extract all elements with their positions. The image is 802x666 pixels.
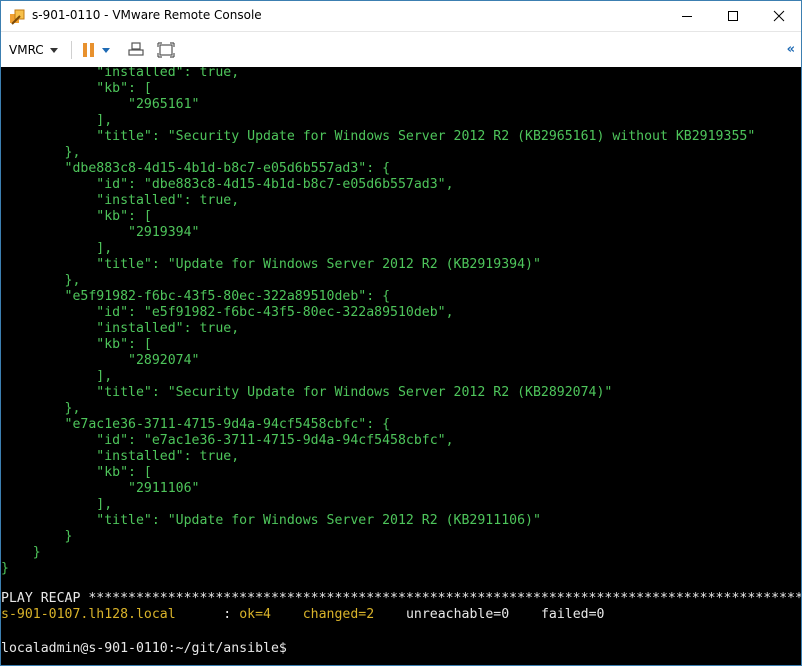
- title-bar[interactable]: s-901-0110 - VMware Remote Console: [1, 1, 801, 31]
- console-line: "2892074": [1, 353, 200, 368]
- vmrc-menu-label: VMRC: [9, 43, 44, 57]
- maximize-icon: [728, 11, 738, 21]
- console-line: }: [1, 529, 73, 544]
- send-ctrl-alt-del-button[interactable]: [127, 41, 145, 59]
- close-icon: [773, 10, 785, 22]
- shell-prompt: localadmin@s-901-0110:~/git/ansible$: [1, 641, 287, 656]
- recap-changed: changed=2: [302, 607, 375, 622]
- recap-host: s-901-0107.lh128.local: [1, 607, 176, 622]
- console-line: "installed": true,: [1, 193, 240, 208]
- console-line: "title": "Update for Windows Server 2012…: [1, 513, 541, 528]
- console-line: "2965161": [1, 97, 200, 112]
- minimize-button[interactable]: [664, 1, 710, 31]
- console-line: "id": "dbe883c8-4d15-4b1d-b8c7-e05d6b557…: [1, 177, 454, 192]
- console-line: "kb": [: [1, 337, 152, 352]
- toolbar: VMRC «: [1, 31, 801, 68]
- console-line: "2911106": [1, 481, 200, 496]
- console-line: "title": "Security Update for Windows Se…: [1, 129, 756, 144]
- maximize-button[interactable]: [710, 1, 756, 31]
- console-line: ],: [1, 241, 113, 256]
- console-line: "kb": [: [1, 209, 152, 224]
- recap-ok: ok=4: [239, 607, 271, 622]
- console-line: ],: [1, 497, 113, 512]
- vmrc-menu-button[interactable]: VMRC: [9, 41, 58, 59]
- recap-line: s-901-0107.lh128.local : ok=4 changed=2 …: [1, 607, 604, 623]
- console-line: "installed": true,: [1, 449, 240, 464]
- console-line: "dbe883c8-4d15-4b1d-b8c7-e05d6b557ad3": …: [1, 161, 391, 176]
- console-line: "e5f91982-f6bc-43f5-80ec-322a89510deb": …: [1, 289, 391, 304]
- console-screen[interactable]: "installed": true, "kb": [ "2965161" ], …: [1, 67, 801, 665]
- pause-button[interactable]: [80, 41, 98, 59]
- send-ctrl-alt-del-icon: [128, 42, 144, 56]
- console-line: "kb": [: [1, 465, 152, 480]
- console-line: "title": "Security Update for Windows Se…: [1, 385, 613, 400]
- console-line: "installed": true,: [1, 67, 240, 80]
- power-menu-dropdown[interactable]: [101, 41, 111, 59]
- console-line: ],: [1, 113, 113, 128]
- console-line: "installed": true,: [1, 321, 240, 336]
- toolbar-divider: [71, 41, 72, 59]
- window-title: s-901-0110 - VMware Remote Console: [32, 8, 262, 22]
- vmrc-window: s-901-0110 - VMware Remote Console VMRC: [0, 0, 802, 666]
- console-line: },: [1, 273, 81, 288]
- recap-separator: :: [175, 607, 240, 622]
- console-line: }: [1, 545, 41, 560]
- console-line: "title": "Update for Windows Server 2012…: [1, 257, 541, 272]
- console-line: "e7ac1e36-3711-4715-9d4a-94cf5458cbfc": …: [1, 417, 391, 432]
- recap-failed: failed=0: [540, 607, 605, 622]
- minimize-icon: [682, 16, 692, 17]
- console-line: ],: [1, 369, 113, 384]
- recap-unreachable: unreachable=0: [405, 607, 510, 622]
- collapse-toolbar-button[interactable]: «: [787, 42, 795, 57]
- pause-icon: [83, 43, 94, 57]
- close-button[interactable]: [756, 1, 801, 31]
- chevron-down-icon: [49, 47, 58, 53]
- console-line: "id": "e5f91982-f6bc-43f5-80ec-322a89510…: [1, 305, 454, 320]
- play-recap-header: PLAY RECAP *****************************…: [1, 591, 801, 606]
- console-line: },: [1, 401, 81, 416]
- vmware-remote-console-icon: [9, 8, 27, 26]
- console-line: "kb": [: [1, 81, 152, 96]
- console-line: },: [1, 145, 81, 160]
- console-line: }: [1, 561, 9, 576]
- chevron-down-icon: [102, 47, 110, 53]
- console-line: "2919394": [1, 225, 200, 240]
- fullscreen-icon: [157, 42, 175, 58]
- fullscreen-button[interactable]: [157, 41, 175, 59]
- console-line: "id": "e7ac1e36-3711-4715-9d4a-94cf5458c…: [1, 433, 454, 448]
